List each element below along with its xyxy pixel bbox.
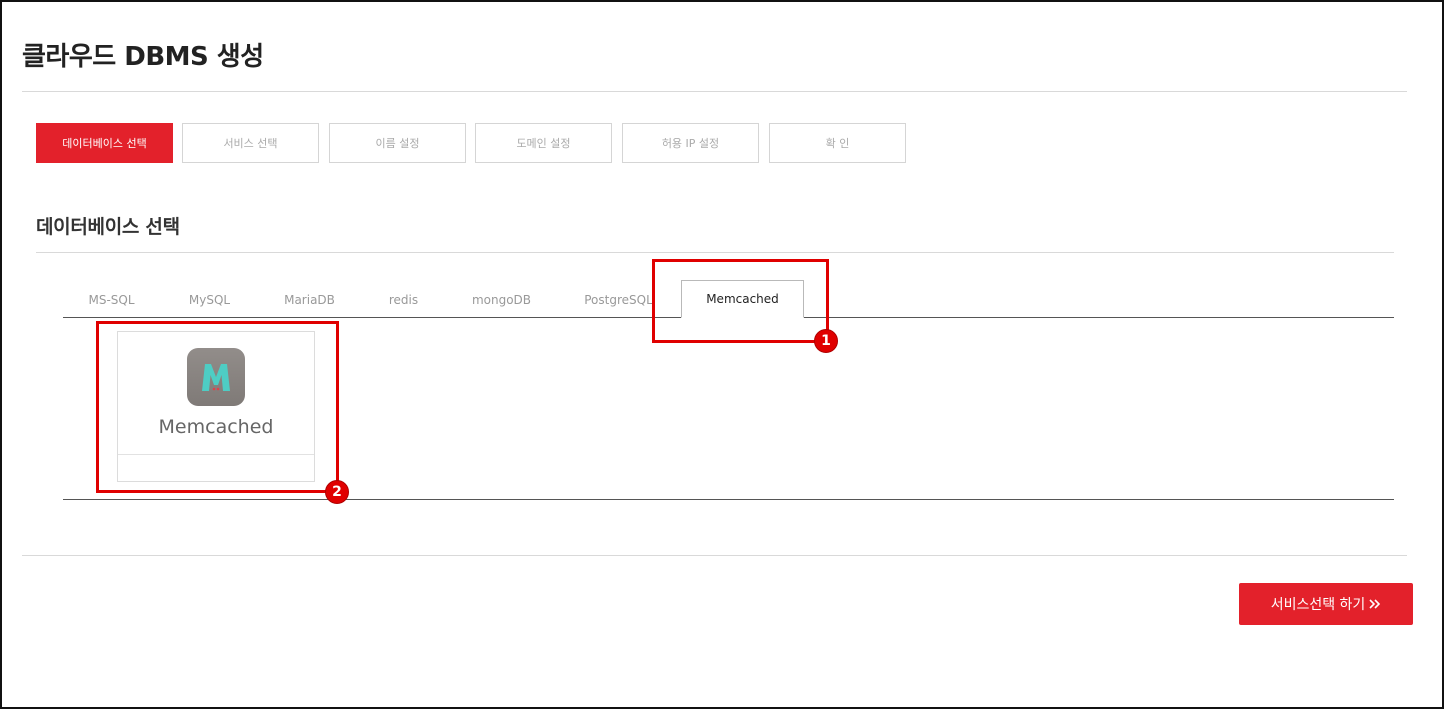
tab-panel-bottom-border: [63, 499, 1394, 500]
tab-mongodb[interactable]: mongoDB: [454, 282, 549, 317]
divider: [36, 252, 1394, 253]
section-title: 데이터베이스 선택: [36, 216, 180, 238]
step-domain-setting[interactable]: 도메인 설정: [475, 123, 612, 163]
highlight-box-1: [652, 259, 829, 343]
tab-mysql[interactable]: MySQL: [162, 282, 257, 317]
annotation-badge-2: 2: [325, 480, 349, 504]
window-frame: 클라우드 DBMS 생성 데이터베이스 선택 서비스 선택 이름 설정 도메인 …: [0, 0, 1444, 709]
divider: [22, 91, 1407, 92]
highlight-box-2: [96, 321, 339, 493]
next-button-label: 서비스선택 하기: [1270, 597, 1366, 613]
tab-redis[interactable]: redis: [356, 282, 451, 317]
page-title: 클라우드 DBMS 생성: [22, 42, 264, 72]
next-service-select-button[interactable]: 서비스선택 하기: [1239, 583, 1413, 625]
annotation-badge-1: 1: [814, 329, 838, 353]
tab-ms-sql[interactable]: MS-SQL: [64, 282, 159, 317]
step-database-select[interactable]: 데이터베이스 선택: [36, 123, 173, 163]
step-confirm[interactable]: 확 인: [769, 123, 906, 163]
divider: [22, 555, 1407, 556]
double-chevron-right-icon: [1369, 599, 1381, 609]
step-name-setting[interactable]: 이름 설정: [329, 123, 466, 163]
step-allowed-ip-setting[interactable]: 허용 IP 설정: [622, 123, 759, 163]
step-service-select[interactable]: 서비스 선택: [182, 123, 319, 163]
tab-mariadb[interactable]: MariaDB: [262, 282, 357, 317]
